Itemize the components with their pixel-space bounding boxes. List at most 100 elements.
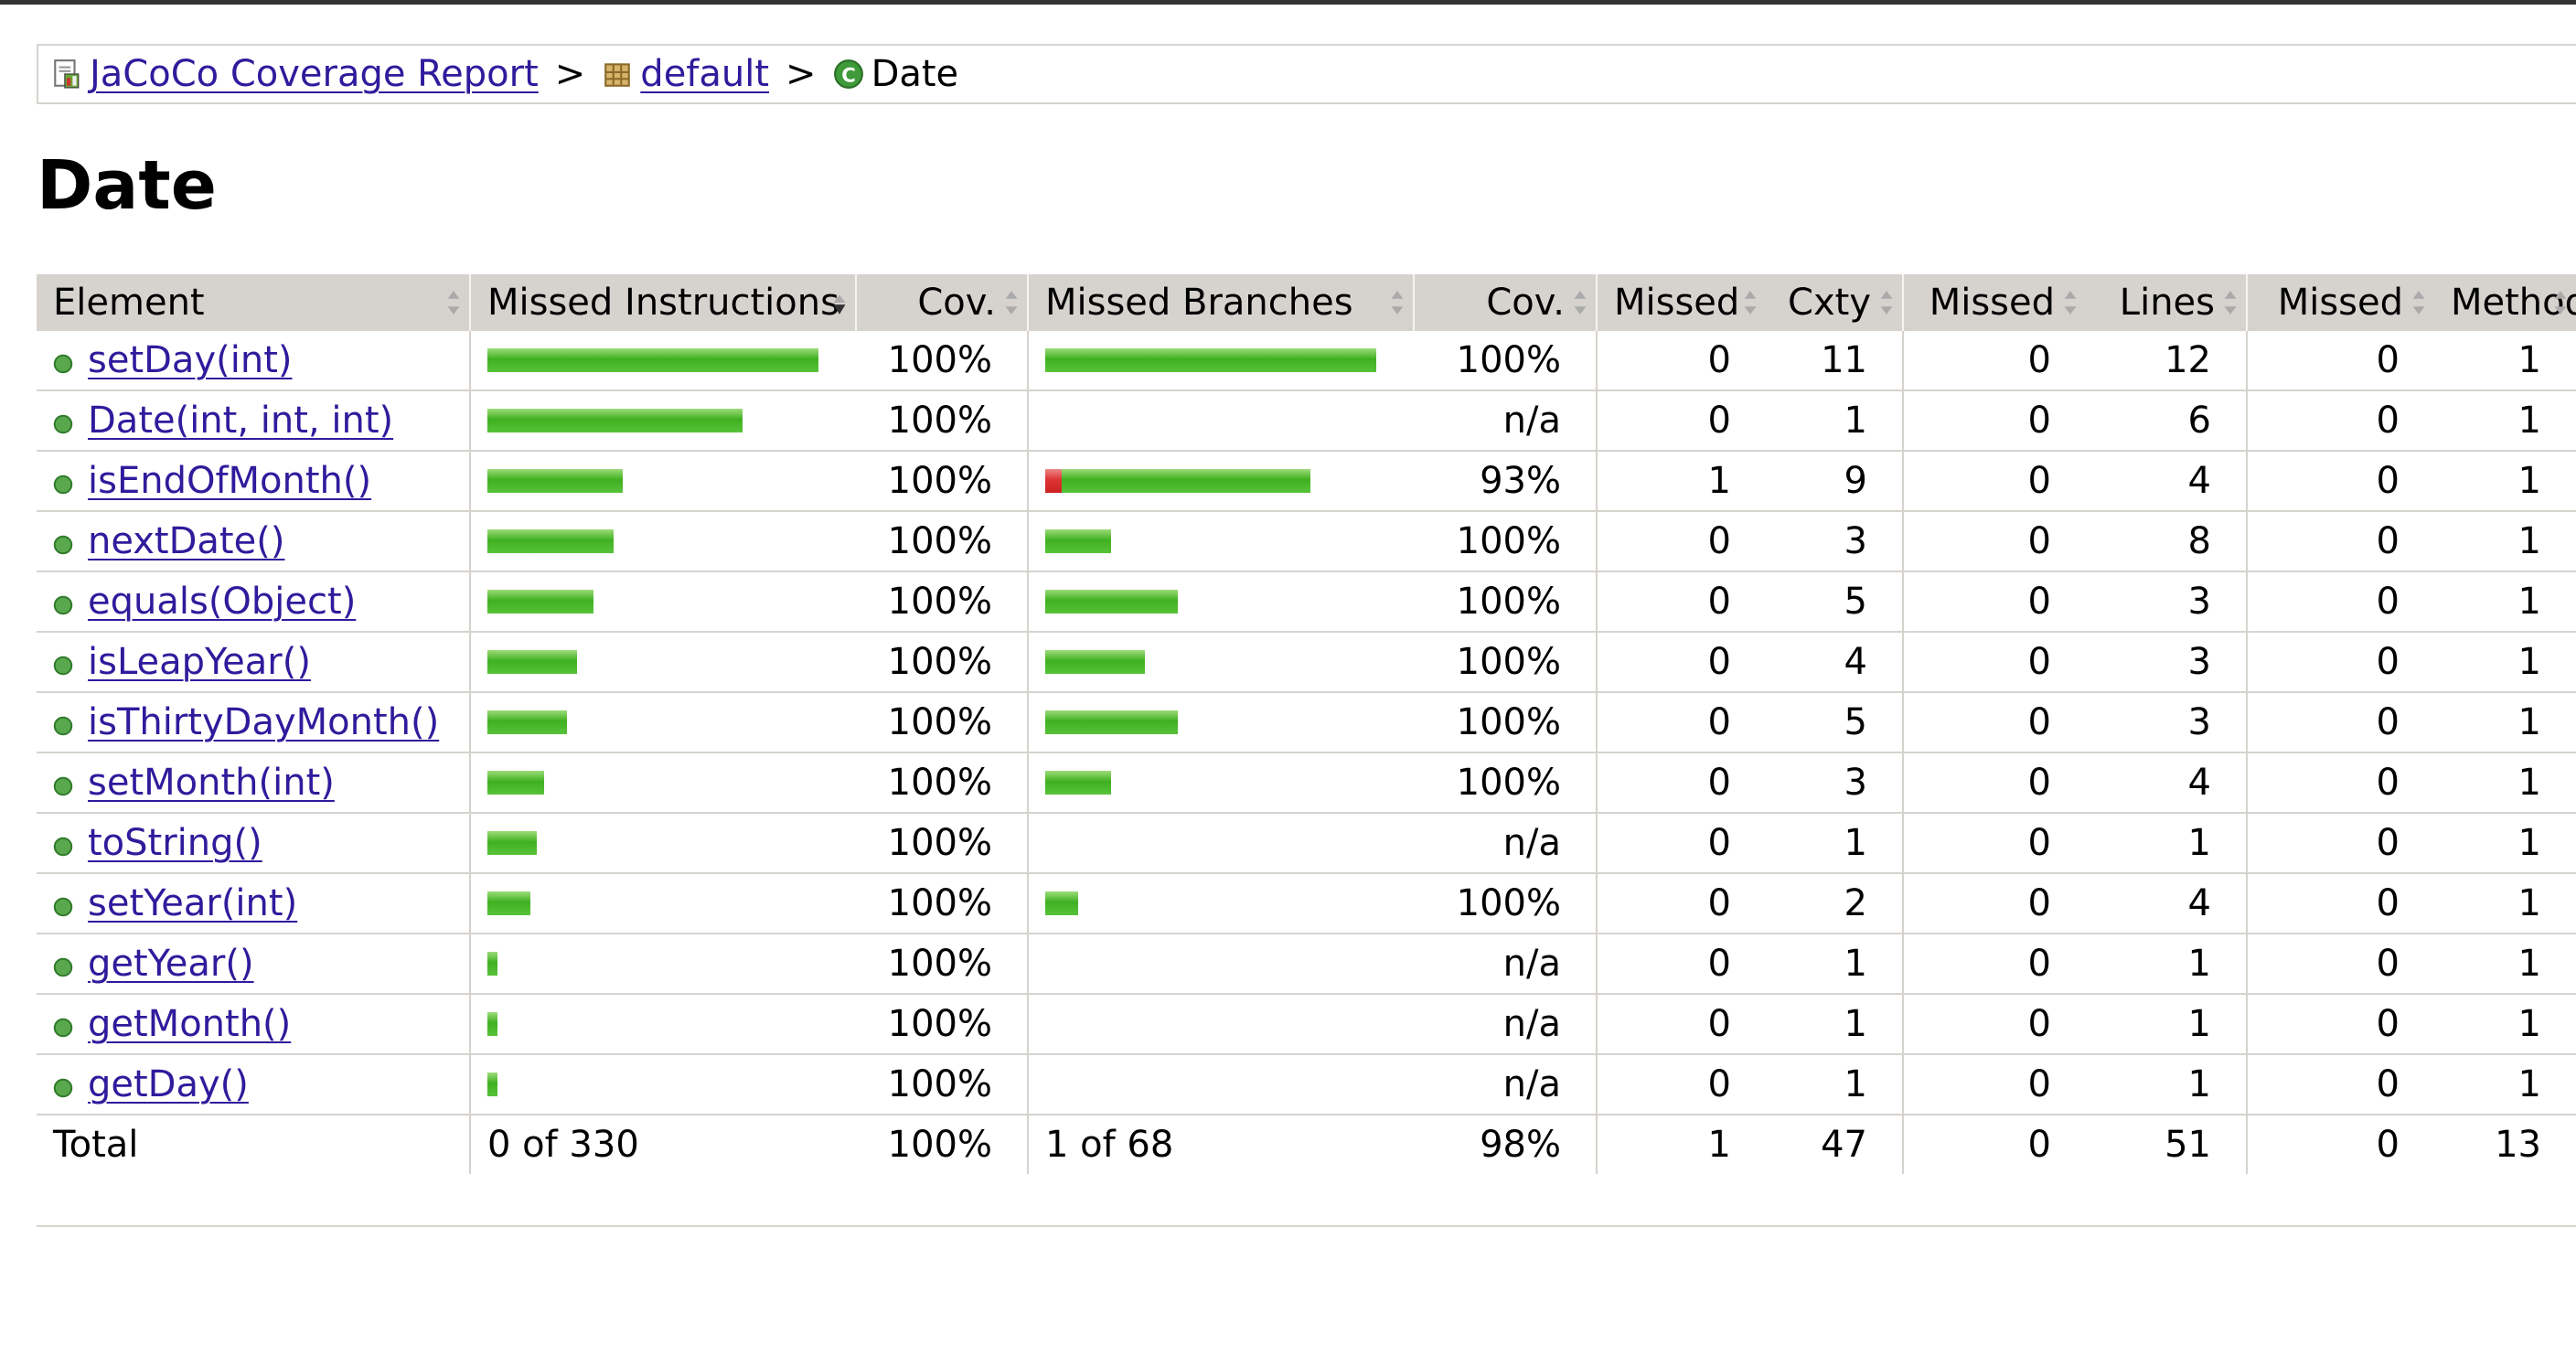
instructions-coverage-bar <box>487 528 839 554</box>
table-row: getYear() 100% n/a 0 1 0 1 0 1 <box>37 934 2576 995</box>
breadcrumb-package-link[interactable]: default <box>640 53 769 95</box>
instructions-coverage-bar <box>487 347 839 373</box>
column-header-branches-cov[interactable]: Cov. <box>1414 274 1598 331</box>
column-header-lines-missed[interactable]: Missed <box>1903 274 2086 331</box>
element-cell: getYear() <box>37 934 471 995</box>
branches-cov: n/a <box>1414 934 1598 995</box>
method-link[interactable]: toString() <box>88 822 262 864</box>
instructions-coverage-bar <box>487 830 839 856</box>
public-method-icon <box>53 716 73 736</box>
methods-missed: 0 <box>2247 1054 2434 1115</box>
method-link[interactable]: setDay(int) <box>88 339 292 381</box>
column-header-methods[interactable]: Methods <box>2434 274 2576 331</box>
methods-missed: 0 <box>2247 331 2434 391</box>
method-link[interactable]: isEndOfMonth() <box>88 460 371 502</box>
branches-bar-cell <box>1028 331 1414 391</box>
instructions-bar-cell <box>470 390 856 452</box>
instructions-cov: 100% <box>856 994 1029 1055</box>
branches-cov: 93% <box>1414 451 1598 512</box>
branches-coverage-bar <box>1045 649 1397 675</box>
column-header-missed-branches[interactable]: Missed Branches <box>1028 274 1415 331</box>
column-header-complexity[interactable]: Cxty <box>1766 274 1904 331</box>
table-row: nextDate() 100% 100% 0 3 0 8 0 1 <box>37 511 2576 572</box>
method-link[interactable]: equals(Object) <box>88 581 356 623</box>
element-cell: getMonth() <box>37 994 471 1055</box>
complexity: 5 <box>1766 571 1904 633</box>
method-link[interactable]: nextDate() <box>88 520 284 562</box>
branches-coverage-bar <box>1045 770 1397 795</box>
method-link[interactable]: setYear(int) <box>88 882 297 924</box>
column-header-instructions-cov[interactable]: Cov. <box>856 274 1029 331</box>
method-link[interactable]: getYear() <box>88 943 254 985</box>
branches-cov: n/a <box>1414 994 1598 1055</box>
table-body: setDay(int) 100% 100% 0 11 0 12 0 1 Date(int, int… <box>37 331 2576 1115</box>
table-row: setYear(int) 100% 100% 0 2 0 4 0 1 <box>37 873 2576 934</box>
instructions-cov: 100% <box>856 752 1029 814</box>
class-icon: C <box>833 59 863 89</box>
branches-bar-cell <box>1028 934 1414 995</box>
methods: 1 <box>2434 692 2576 753</box>
methods-missed: 0 <box>2247 994 2434 1055</box>
branches-bar-cell <box>1028 813 1414 874</box>
complexity-missed: 0 <box>1597 813 1766 874</box>
lines-missed: 0 <box>1903 451 2086 512</box>
covered-bar <box>487 771 544 795</box>
covered-bar <box>487 710 567 734</box>
methods: 1 <box>2434 994 2576 1055</box>
methods: 1 <box>2434 752 2576 814</box>
complexity: 4 <box>1766 632 1904 693</box>
table-row: isLeapYear() 100% 100% 0 4 0 3 0 1 <box>37 632 2576 693</box>
sort-icon <box>1574 291 1587 315</box>
instructions-coverage-bar <box>487 710 839 735</box>
method-link[interactable]: setMonth(int) <box>88 762 335 804</box>
instructions-bar-cell <box>470 451 856 512</box>
lines-missed: 0 <box>1903 390 2086 452</box>
public-method-icon <box>53 1078 73 1098</box>
method-link[interactable]: isLeapYear() <box>88 641 311 683</box>
branches-cov: 100% <box>1414 571 1598 633</box>
instructions-cov: 100% <box>856 632 1029 693</box>
sort-icon <box>1391 291 1404 315</box>
header-row: Element Missed Instructions Cov. Missed … <box>37 274 2576 331</box>
footer-divider <box>37 1225 2576 1227</box>
column-header-methods-missed[interactable]: Missed <box>2247 274 2434 331</box>
lines-missed: 0 <box>1903 752 2086 814</box>
covered-bar <box>487 831 537 855</box>
sort-icon <box>1005 291 1018 315</box>
method-link[interactable]: isThirtyDayMonth() <box>88 701 439 743</box>
lines-missed: 0 <box>1903 873 2086 934</box>
method-link[interactable]: Date(int, int, int) <box>88 400 393 442</box>
lines-missed: 0 <box>1903 994 2086 1055</box>
branches-bar-cell <box>1028 511 1414 572</box>
lines: 3 <box>2086 632 2248 693</box>
methods-missed: 0 <box>2247 511 2434 572</box>
methods-missed: 0 <box>2247 752 2434 814</box>
branches-bar-cell <box>1028 873 1414 934</box>
breadcrumb-package: default <box>602 53 769 95</box>
branches-cov: n/a <box>1414 1054 1598 1115</box>
column-header-missed-instructions[interactable]: Missed Instructions <box>470 274 857 331</box>
column-header-lines[interactable]: Lines <box>2086 274 2248 331</box>
element-cell: isLeapYear() <box>37 632 471 693</box>
covered-bar <box>1062 469 1310 493</box>
complexity: 1 <box>1766 1054 1904 1115</box>
svg-text:C: C <box>841 65 856 88</box>
complexity: 1 <box>1766 390 1904 452</box>
methods-missed: 0 <box>2247 692 2434 753</box>
total-methods-missed: 0 <box>2376 1124 2400 1166</box>
complexity-missed: 0 <box>1597 752 1766 814</box>
element-cell: equals(Object) <box>37 571 471 633</box>
method-link[interactable]: getMonth() <box>88 1003 291 1045</box>
lines-missed: 0 <box>1903 1054 2086 1115</box>
branches-coverage-bar <box>1045 528 1397 554</box>
method-link[interactable]: getDay() <box>88 1063 249 1105</box>
breadcrumb-report-link[interactable]: JaCoCo Coverage Report <box>90 53 539 95</box>
total-methods: 13 <box>2495 1124 2541 1166</box>
column-header-complexity-missed[interactable]: Missed <box>1597 274 1766 331</box>
public-method-icon <box>53 414 73 434</box>
lines-missed: 0 <box>1903 813 2086 874</box>
column-header-element[interactable]: Element <box>37 274 471 331</box>
sort-icon <box>2412 291 2425 315</box>
breadcrumb: JaCoCo Coverage Report > default > C Dat… <box>37 44 2576 104</box>
missed-bar <box>1045 469 1062 493</box>
